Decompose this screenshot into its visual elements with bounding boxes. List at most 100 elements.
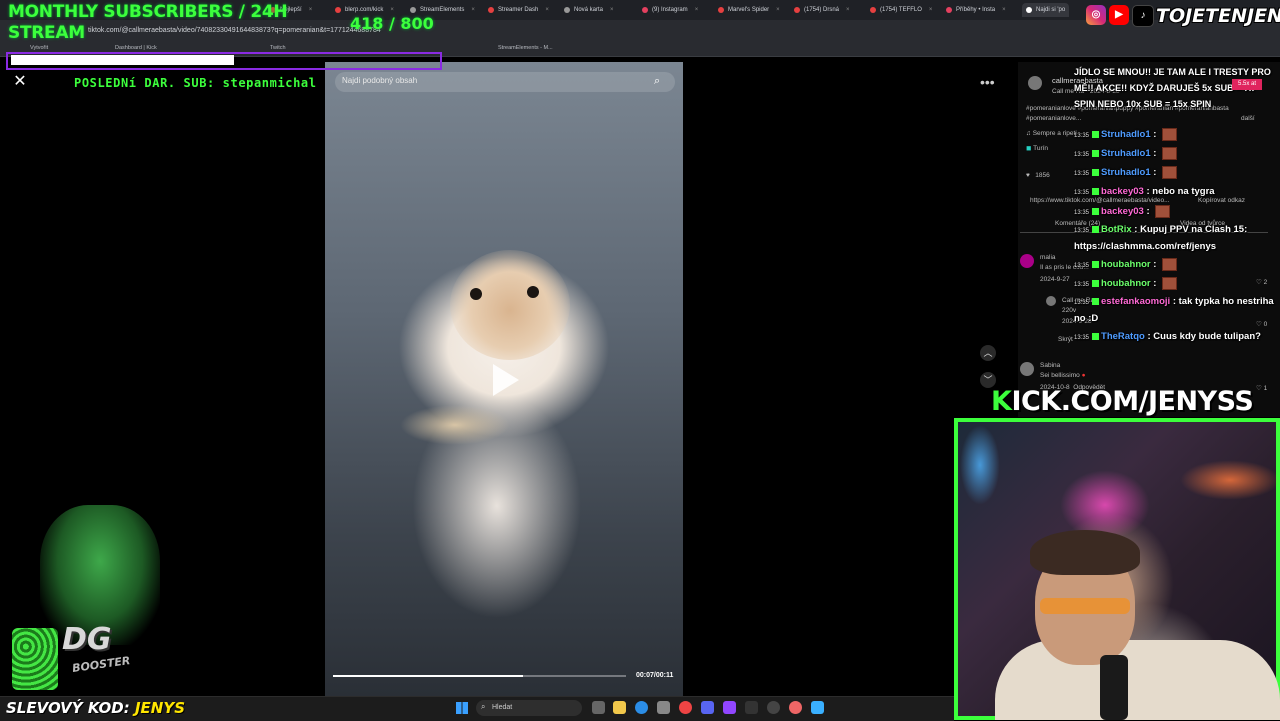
chrome-icon[interactable] [789,701,802,714]
comment-avatar[interactable] [1020,254,1034,268]
browser-tab[interactable]: Streamer Dash × [488,3,549,17]
close-tab-icon[interactable]: × [309,7,313,13]
close-tab-icon[interactable]: × [846,7,850,13]
close-icon[interactable]: ✕ [10,72,30,92]
tab-label: Streamer Dash [498,7,539,13]
chat-line: 13:35 Struhadlo1 : [1074,128,1178,141]
close-tab-icon[interactable]: × [695,7,699,13]
close-tab-icon[interactable]: × [545,7,549,13]
like-button[interactable]: ♥ 1856 [1026,172,1050,179]
tab-favicon-icon [410,7,416,13]
tab-label: Příběhy • Insta [956,7,996,13]
comment-avatar[interactable] [1020,362,1034,376]
copy-link-button[interactable]: Kopírovat odkaz [1198,197,1245,204]
booster-jar [12,628,58,690]
browser-tab[interactable]: Nová karta × [564,3,614,17]
bookmark-item[interactable]: Dashboard | Kick [115,45,157,51]
chat-time: 13:35 [1074,282,1090,289]
chat-user[interactable]: BotRix [1101,224,1132,235]
browser-tab[interactable]: Příběhy • Insta × [946,3,1006,17]
obs-icon[interactable] [767,701,780,714]
comment-user[interactable]: malia [1040,254,1056,261]
file-explorer-icon[interactable] [613,701,626,714]
bookmark-item[interactable]: Vytvořit [30,45,48,51]
chat-time: 13:35 [1074,152,1090,159]
chat-time: 13:35 [1074,171,1090,178]
search-icon[interactable]: ⌕ [654,75,660,88]
chat-user[interactable]: backey03 [1101,206,1144,217]
instagram-icon: ◎ [1086,5,1106,25]
subscriber-goal-count: 418 / 800 [350,14,434,33]
windows-icon[interactable] [456,702,468,714]
tab-label: blerp.com/kick [345,7,384,13]
video-time: 00:07/00:11 [636,672,674,679]
video-search-placeholder: Najdi podobný obsah [342,76,418,85]
gift-badge[interactable]: 5.5x at [1232,79,1262,90]
edge-icon[interactable] [635,701,648,714]
more-link[interactable]: další [1241,115,1255,122]
streamer-body [995,640,1280,720]
sub-badge-icon [1092,131,1100,138]
comment-likes[interactable]: ♡ 1 [1256,384,1267,392]
taskbar-search[interactable]: Hledat [476,700,582,716]
close-tab-icon[interactable]: × [390,7,394,13]
chat-user[interactable]: estefankaomoji [1101,296,1170,307]
close-tab-icon[interactable]: × [471,7,475,13]
store-icon[interactable] [657,701,670,714]
chevron-up-icon[interactable]: ︿ [980,345,996,361]
more-icon[interactable]: ••• [980,74,995,90]
tab-label: Najdi si 'po [1036,7,1066,13]
share-link[interactable]: https://www.tiktok.com/@callmeraebasta/v… [1030,197,1170,204]
browser-tab[interactable]: (1754) TEFFLO × [870,3,932,17]
chat-time: 13:35 [1074,228,1090,234]
browser-tab[interactable]: (9) Instagram × [642,3,698,17]
app-icon[interactable] [745,701,758,714]
tab-favicon-icon [335,7,341,13]
discord-icon[interactable] [701,701,714,714]
chat-user[interactable]: Struhadlo1 [1101,167,1151,178]
bookmark-item[interactable]: StreamElements - M... [498,45,553,51]
close-tab-icon[interactable]: × [1002,7,1006,13]
chat-user[interactable]: Struhadlo1 [1101,129,1151,140]
webcam-light [1180,460,1280,500]
chat-time: 13:35 [1074,210,1090,217]
tab-label: (1754) TEFFLO [880,7,922,13]
comment-likes[interactable]: ♡ 2 [1256,278,1267,286]
chat-time: 13:35 [1074,190,1090,196]
browser-tab[interactable]: (1754) Drsná × [794,3,850,17]
video-seek-fill [333,675,523,677]
app-icon[interactable] [723,701,736,714]
emote-icon [1162,277,1178,290]
comment-user[interactable]: Sabina [1040,362,1060,369]
streamer-glasses [1040,598,1130,614]
play-icon[interactable] [493,364,519,396]
browser-tab-active[interactable]: Najdi si 'po [1022,3,1070,17]
sub-badge-icon [1092,150,1100,157]
bookmark-item[interactable]: Twitch [270,45,286,51]
location-link[interactable]: ◼ Turín [1026,144,1048,152]
chat-message: Kupuj PPV na Clash 15: https://clashmma.… [1074,224,1248,252]
hide-replies-link[interactable]: Skrýt [1058,336,1073,343]
chat-user[interactable]: houbahnor [1101,259,1151,270]
close-tab-icon[interactable]: × [776,7,780,13]
chat-user[interactable]: houbahnor [1101,278,1151,289]
close-tab-icon[interactable]: × [610,7,614,13]
kick-logo-letter: K [991,386,1012,417]
task-view-icon[interactable] [592,701,605,714]
chat-user[interactable]: Struhadlo1 [1101,148,1151,159]
chrome-icon[interactable] [679,701,692,714]
app-icon[interactable] [811,701,824,714]
close-tab-icon[interactable]: × [929,7,933,13]
browser-tab[interactable]: Marvel's Spider × [718,3,780,17]
chat-user[interactable]: backey03 [1101,186,1144,197]
tab-favicon-icon [718,7,724,13]
chat-line: 13:35 estefankaomoji : tak typka ho nestr… [1074,296,1274,324]
author-avatar[interactable] [1028,76,1042,90]
reply-avatar[interactable] [1046,296,1056,306]
booster-logo: DG [62,622,112,657]
sound-link[interactable]: ♫ Sempre a ripeti [1026,130,1077,137]
heart-eyes-emoji: ● [1081,372,1086,379]
chat-user[interactable]: TheRatqo [1101,331,1145,342]
like-count: 1856 [1035,172,1050,179]
chat-line: 13:35 houbahnor : [1074,277,1178,290]
